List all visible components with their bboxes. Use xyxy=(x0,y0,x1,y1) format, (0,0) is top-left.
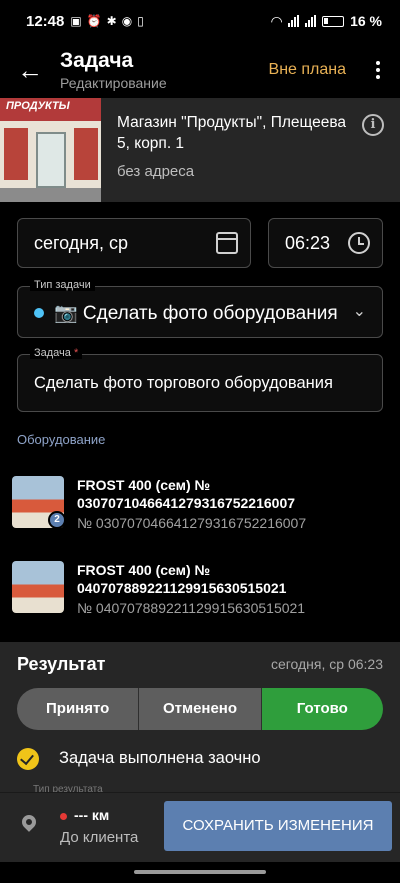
notification-icons: ▣ ⏰ ✱ ◉ ▯ xyxy=(70,14,143,28)
date-field[interactable]: сегодня, ср xyxy=(17,218,251,268)
page-subtitle: Редактирование xyxy=(60,74,167,91)
task-type-label: Тип задачи xyxy=(30,279,95,291)
segment-cancelled[interactable]: Отменено xyxy=(138,688,261,730)
date-value: сегодня, ср xyxy=(34,233,128,253)
time-field[interactable]: 06:23 xyxy=(268,218,383,268)
page-title: Задача xyxy=(60,48,134,72)
calendar-icon[interactable] xyxy=(216,232,238,254)
equipment-item[interactable]: 2 FROST 400 (сем) № 03070710466412793167… xyxy=(0,476,400,546)
save-button[interactable]: СОХРАНИТЬ ИЗМЕНЕНИЯ xyxy=(164,801,392,851)
alarm-icon: ⏰ xyxy=(86,14,102,28)
task-type-select[interactable]: Тип задачи 📷 Сделать фото оборудования ⌄ xyxy=(17,279,383,338)
required-mark: * xyxy=(73,347,79,359)
task-field[interactable]: Задача * Сделать фото торгового оборудов… xyxy=(17,347,383,412)
equipment-item[interactable]: FROST 400 (сем) № 0407078892211299156305… xyxy=(0,561,400,631)
info-icon[interactable]: i xyxy=(362,114,384,136)
equipment-code: 0307071046641279316752216007 xyxy=(77,495,296,511)
battery-percent: 16 % xyxy=(350,13,382,29)
signal-icon xyxy=(288,15,300,27)
equipment-title: FROST 400 (сем) № xyxy=(77,477,211,493)
segment-done[interactable]: Готово xyxy=(260,688,383,730)
clock-icon[interactable] xyxy=(348,232,370,254)
equipment-number: № 040707889221129915630515021 xyxy=(77,600,306,616)
nfc-icon: ▣ xyxy=(70,14,82,28)
store-address: без адреса xyxy=(117,163,195,180)
segment-accepted[interactable]: Принято xyxy=(17,688,139,730)
store-name: Магазин "Продукты", Плещеева 5, корп. 1 xyxy=(117,114,347,152)
signal-icon-2 xyxy=(305,15,317,27)
bottom-bar: --- км До клиента СОХРАНИТЬ ИЗМЕНЕНИЯ xyxy=(0,792,400,862)
more-menu-icon[interactable] xyxy=(366,61,390,79)
result-header: Результат xyxy=(17,654,106,674)
location-pin-icon xyxy=(19,812,39,832)
distance-label: До клиента xyxy=(60,829,139,846)
vibrate-icon: ▯ xyxy=(137,14,144,28)
chevron-down-icon[interactable]: ⌄ xyxy=(353,301,366,321)
status-time: 12:48 xyxy=(26,12,65,30)
wifi-icon: ◠ xyxy=(271,12,283,29)
equipment-number: № 030707046641279316752216007 xyxy=(77,515,307,531)
checkbox-checked-icon[interactable] xyxy=(17,748,39,770)
task-type-color-dot xyxy=(34,308,44,318)
equipment-code: 040707889221129915630515021 xyxy=(77,580,287,596)
store-sign-text: ПРОДУКТЫ xyxy=(6,100,70,112)
location-icon: ◉ xyxy=(121,14,133,28)
back-arrow-icon[interactable]: ← xyxy=(0,55,60,86)
system-nav-bar xyxy=(0,862,400,883)
result-panel: Результат сегодня, ср 06:23 Принято Отме… xyxy=(0,642,400,795)
bluetooth-icon: ✱ xyxy=(106,14,117,28)
equipment-header: Оборудование xyxy=(17,432,106,447)
task-label: Задача xyxy=(34,347,71,359)
plan-status-label[interactable]: Вне плана xyxy=(269,61,346,79)
app-bar: ← Задача Редактирование Вне плана xyxy=(0,42,400,98)
distance-value: --- км xyxy=(74,807,110,823)
home-gesture-handle[interactable] xyxy=(134,870,266,874)
store-photo[interactable]: ПРОДУКТЫ xyxy=(0,98,101,202)
remote-completion-label: Задача выполнена заочно xyxy=(59,749,261,767)
status-bar: 12:48 ▣ ⏰ ✱ ◉ ▯ ◠ 16 % xyxy=(0,0,400,42)
store-card[interactable]: ПРОДУКТЫ Магазин "Продукты", Плещеева 5,… xyxy=(0,98,400,202)
time-value: 06:23 xyxy=(285,233,331,253)
distance-status-dot xyxy=(60,813,67,820)
task-value: Сделать фото торгового оборудования xyxy=(34,374,333,392)
result-timestamp: сегодня, ср 06:23 xyxy=(270,656,383,672)
result-segmented-control: Принято Отменено Готово xyxy=(17,688,383,730)
battery-icon xyxy=(322,15,345,27)
equipment-photo[interactable] xyxy=(12,561,64,613)
equipment-title: FROST 400 (сем) № xyxy=(77,562,211,578)
task-type-value: 📷 Сделать фото оборудования xyxy=(54,303,338,324)
photo-count-badge: 2 xyxy=(48,511,66,529)
